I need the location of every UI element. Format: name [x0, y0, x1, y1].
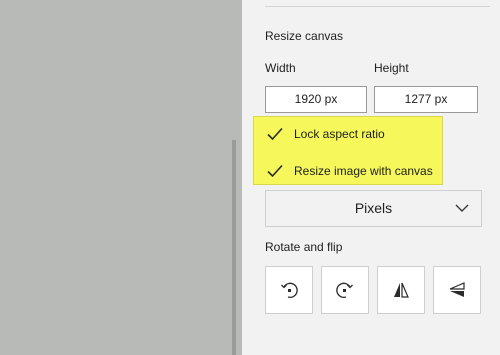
rotate-right-icon	[336, 282, 353, 298]
image-canvas-area[interactable]	[0, 0, 242, 355]
rotate-left-icon	[281, 282, 298, 298]
flip-horizontal-button[interactable]	[377, 266, 425, 314]
resize-image-with-canvas-checkbox[interactable]: Resize image with canvas	[264, 160, 433, 182]
height-label: Height	[374, 61, 409, 75]
flip-horizontal-icon	[394, 282, 409, 298]
units-selected-value: Pixels	[354, 200, 393, 216]
flip-vertical-button[interactable]	[433, 266, 481, 314]
height-input[interactable]: 1277 px	[374, 86, 478, 113]
divider	[265, 6, 490, 7]
checkmark-icon	[264, 160, 286, 182]
width-label: Width	[265, 61, 296, 75]
lock-aspect-ratio-label: Lock aspect ratio	[294, 127, 385, 141]
rotate-and-flip-heading: Rotate and flip	[265, 240, 343, 254]
chevron-down-icon	[455, 204, 469, 212]
flip-vertical-icon	[449, 282, 465, 297]
units-dropdown[interactable]: Pixels	[265, 190, 482, 227]
checkmark-icon	[264, 123, 286, 145]
resize-image-with-canvas-label: Resize image with canvas	[294, 164, 433, 178]
vertical-scrollbar[interactable]	[232, 140, 236, 355]
lock-aspect-ratio-checkbox[interactable]: Lock aspect ratio	[264, 123, 385, 145]
width-input[interactable]: 1920 px	[265, 86, 367, 113]
resize-canvas-heading: Resize canvas	[265, 29, 344, 43]
rotate-right-button[interactable]	[321, 266, 369, 314]
rotate-left-button[interactable]	[265, 266, 313, 314]
